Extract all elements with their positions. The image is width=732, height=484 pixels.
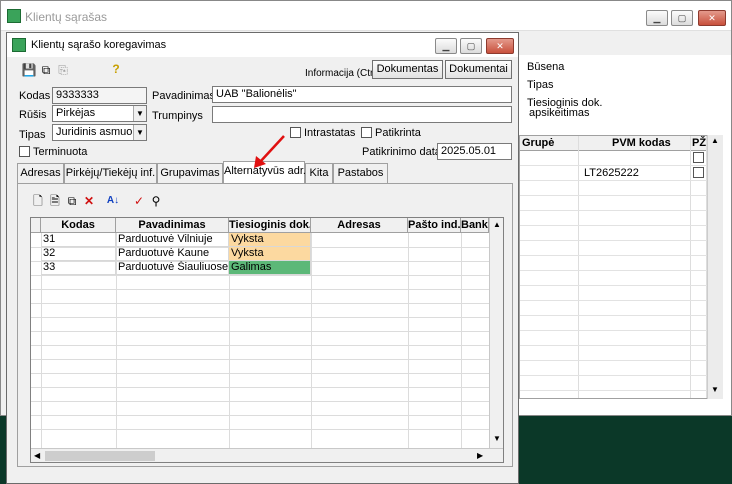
cell-kodas[interactable]: 31	[41, 233, 116, 247]
rusis-label: Rūšis	[19, 109, 47, 121]
header-pasto-ind[interactable]: Pašto ind.	[408, 218, 461, 233]
tab-adresas[interactable]: Adresas	[17, 163, 64, 183]
annotation-arrow-icon	[254, 135, 285, 168]
cell-tiesioginis[interactable]: Galimas	[229, 261, 311, 275]
terminuota-label: Terminuota	[33, 146, 88, 158]
tiesioginis-label-2: apsikeitimas	[529, 107, 590, 119]
help-icon[interactable]: ?	[108, 61, 124, 77]
copy-record-icon[interactable]: ⧉	[64, 193, 80, 209]
pavadinimas-label: Pavadinimas	[152, 90, 215, 102]
clients-list-titlebar: Klientų sąrašas ▁ ▢ ✕	[1, 1, 731, 31]
alternative-addresses-grid[interactable]: Kodas Pavadinimas Tiesioginis dok.ap Adr…	[30, 217, 504, 463]
pvm-code: LT2625222	[584, 167, 639, 179]
app-icon	[7, 9, 21, 23]
scroll-down-icon[interactable]: ▼	[711, 385, 719, 394]
delete-icon[interactable]: ✕	[81, 193, 97, 209]
copy-fields-icon[interactable]: ⧉	[38, 62, 54, 78]
cell-tiesioginis[interactable]: Vyksta	[229, 233, 311, 247]
close-icon[interactable]: ✕	[486, 38, 514, 54]
trumpinys-label: Trumpinys	[152, 110, 203, 122]
grid-vertical-scrollbar[interactable]: ▲ ▼	[489, 218, 503, 448]
clients-list-title: Klientų sąrašas	[25, 10, 108, 24]
cell-kodas[interactable]: 33	[41, 261, 116, 275]
close-icon[interactable]: ✕	[698, 10, 726, 26]
header-pavadinimas[interactable]: Pavadinimas	[116, 218, 229, 233]
maximize-icon[interactable]: ▢	[671, 10, 693, 26]
cell-tiesioginis[interactable]: Vyksta	[229, 247, 311, 261]
minimize-icon[interactable]: ▁	[646, 10, 668, 26]
clients-list-grid[interactable]: Grupė PVM kodas PŽ LT2625222	[519, 135, 723, 399]
header-kodas[interactable]: Kodas	[41, 218, 116, 233]
chevron-down-icon[interactable]: ▼	[133, 106, 146, 121]
header-banko[interactable]: Banko k	[461, 218, 489, 233]
trumpinys-field[interactable]	[212, 106, 512, 123]
paste-icon[interactable]: ⎘	[55, 62, 71, 78]
scroll-thumb[interactable]	[45, 451, 155, 461]
header-adresas[interactable]: Adresas	[311, 218, 408, 233]
tab-kita[interactable]: Kita	[305, 163, 333, 183]
sort-az-icon[interactable]: A↓	[105, 193, 121, 209]
tab-pastabos[interactable]: Pastabos	[333, 163, 388, 183]
bg-header-pz[interactable]: PŽ	[692, 137, 706, 149]
client-edit-dialog: Klientų sąrašo koregavimas ▁ ▢ ✕ 💾 ⧉ ⎘ ?…	[6, 32, 519, 484]
busena-label: Būsena	[527, 61, 565, 73]
pz-checkbox[interactable]	[693, 152, 704, 163]
clear-filter-icon[interactable]: ✓	[131, 193, 147, 209]
dialog-title: Klientų sąrašo koregavimas	[31, 39, 167, 51]
header-tiesioginis[interactable]: Tiesioginis dok.ap	[229, 218, 311, 233]
table-row[interactable]	[520, 151, 722, 166]
dokumentas-button[interactable]: Dokumentas	[372, 60, 443, 79]
patikrinta-checkbox[interactable]	[361, 127, 372, 138]
tab-pirkeju-tiekeju[interactable]: Pirkėjų/Tiekėjų inf.	[64, 163, 157, 183]
scroll-up-icon[interactable]: ▲	[711, 136, 719, 145]
scroll-down-icon[interactable]: ▼	[493, 434, 501, 443]
edit-record-icon[interactable]: 🗎	[47, 193, 63, 209]
bg-header-grupe[interactable]: Grupė	[522, 137, 554, 149]
new-record-icon[interactable]: 🗋	[30, 193, 46, 209]
cell-pavadinimas[interactable]: Parduotuvė Šiauliuose	[116, 261, 229, 275]
rusis-value: Pirkėjas	[56, 107, 96, 119]
patikrinimo-data-field[interactable]: 2025.05.01	[437, 143, 512, 160]
maximize-icon[interactable]: ▢	[460, 38, 482, 54]
bg-vertical-scrollbar[interactable]: ▲ ▼	[707, 135, 723, 399]
tipas-label: Tipas	[527, 79, 554, 91]
grid-horizontal-scrollbar[interactable]: ◀ ▶	[31, 448, 503, 462]
scroll-right-icon[interactable]: ▶	[477, 451, 483, 460]
minimize-icon[interactable]: ▁	[435, 38, 457, 54]
row-indicator-header	[31, 218, 41, 233]
dokumentai-button[interactable]: Dokumentai	[445, 60, 512, 79]
patikrinimo-data-label: Patikrinimo data	[362, 146, 441, 158]
kodas-label: Kodas	[19, 90, 51, 102]
client-edit-titlebar: Klientų sąrašo koregavimas ▁ ▢ ✕	[7, 33, 518, 57]
tipas-select[interactable]: Juridinis asmuo ▼	[52, 124, 147, 141]
table-row[interactable]: LT2625222	[520, 166, 722, 181]
save-icon[interactable]: 💾	[21, 62, 37, 78]
cell-kodas[interactable]: 32	[41, 247, 116, 261]
find-binoculars-icon[interactable]: ⚲	[148, 193, 164, 209]
pavadinimas-field[interactable]: UAB "Balionėlis"	[212, 86, 512, 103]
scroll-up-icon[interactable]: ▲	[493, 220, 501, 229]
rusis-select[interactable]: Pirkėjas ▼	[52, 105, 147, 122]
patikrinta-label: Patikrinta	[375, 127, 421, 139]
bg-header-pvm[interactable]: PVM kodas	[612, 137, 671, 149]
chevron-down-icon[interactable]: ▼	[133, 125, 146, 140]
tipas-label: Tipas	[19, 129, 46, 141]
terminuota-checkbox[interactable]	[19, 146, 30, 157]
cell-pavadinimas[interactable]: Parduotuvė Vilniuje	[116, 233, 229, 247]
pz-checkbox[interactable]	[693, 167, 704, 178]
intrastatas-checkbox[interactable]	[290, 127, 301, 138]
kodas-field[interactable]: 9333333	[52, 87, 147, 104]
tipas-value: Juridinis asmuo	[56, 126, 133, 138]
cell-pavadinimas[interactable]: Parduotuvė Kaune	[116, 247, 229, 261]
app-icon	[12, 38, 26, 52]
intrastatas-label: Intrastatas	[304, 127, 356, 139]
tab-grupavimas[interactable]: Grupavimas	[157, 163, 223, 183]
scroll-left-icon[interactable]: ◀	[34, 451, 40, 460]
